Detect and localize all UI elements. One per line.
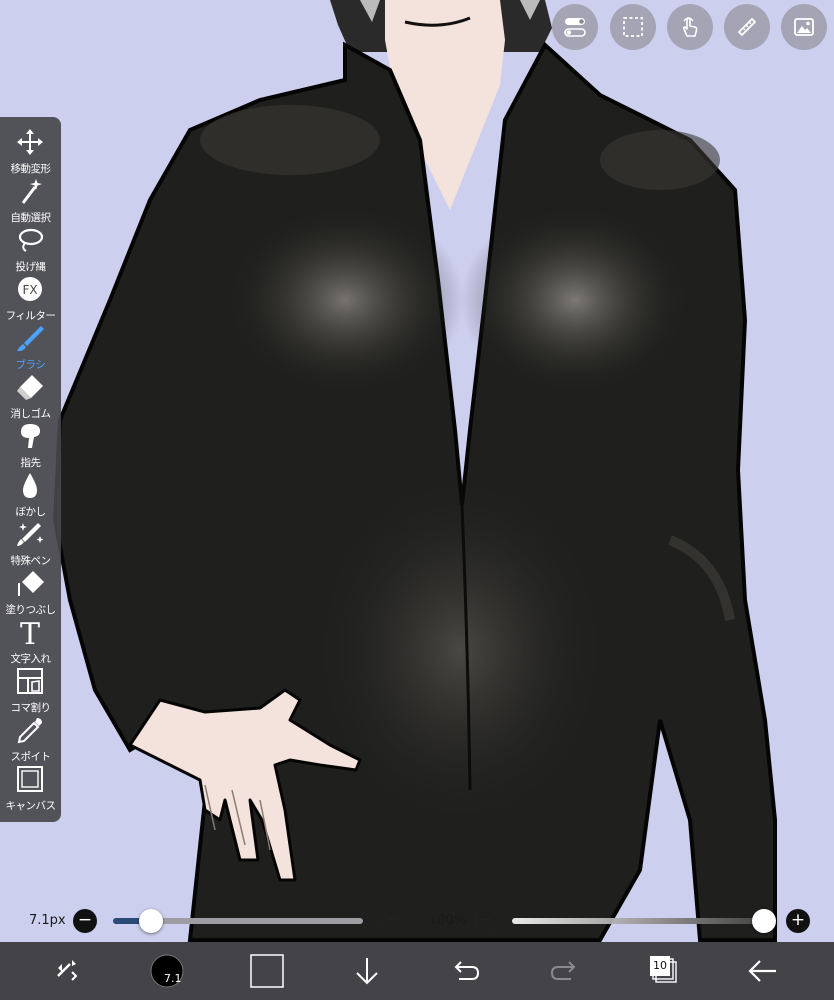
drawing-canvas[interactable] [0, 0, 834, 1000]
plus-icon: + [790, 910, 806, 930]
brush-size-slider-knob[interactable] [138, 909, 163, 933]
secondary-color-button[interactable] [250, 954, 284, 988]
redo-icon [550, 961, 576, 980]
minus-icon: − [77, 910, 93, 930]
transform-arrows-icon [57, 960, 78, 981]
tool-palette: 移動変形 自動選択 投げ縄 FX フィルター ブラシ 消しゴム 指先 ぼかし 特… [0, 117, 61, 822]
toggle-icon [564, 18, 586, 37]
tool-canvas[interactable]: キャンバス [0, 761, 61, 812]
bucket-icon [18, 571, 44, 596]
hand-touch-icon [682, 17, 698, 37]
brush-size-plus-button[interactable]: + [380, 909, 404, 933]
shoulder-highlight-right [600, 130, 720, 190]
opacity-slider-knob[interactable] [752, 909, 776, 933]
toggle-button[interactable] [552, 4, 598, 50]
tool-label: キャンバス [5, 800, 57, 812]
chest-highlight-left [225, 205, 465, 395]
download-icon [356, 958, 378, 985]
color-button[interactable]: 7.1 [150, 954, 184, 988]
tool-smudge[interactable]: 指先 [0, 418, 61, 469]
fx-icon: FX [18, 277, 42, 301]
text-icon: T [20, 618, 40, 646]
tool-auto-select[interactable]: 自動選択 [0, 173, 61, 224]
bottom-toolbar: 7.1 10 [0, 942, 834, 1000]
text-glyph: T [20, 618, 40, 646]
opacity-plus-button[interactable]: + [786, 909, 810, 933]
back-arrow-icon [748, 960, 776, 982]
tool-eraser[interactable]: 消しゴム [0, 369, 61, 420]
move-icon [17, 129, 43, 155]
chest-highlight-right [460, 205, 690, 395]
tool-filter[interactable]: FX フィルター [0, 271, 61, 322]
slider-row: 7.1px − + 100% − + [0, 903, 834, 939]
ruler-button[interactable] [724, 4, 770, 50]
download-button[interactable] [350, 954, 384, 988]
brush-size-minus-button[interactable]: − [73, 909, 97, 933]
shoulder-highlight [200, 105, 380, 175]
undo-icon [454, 961, 480, 980]
tool-move-transform[interactable]: 移動変形 [0, 124, 61, 175]
back-button[interactable] [746, 954, 780, 988]
eyedropper-icon [17, 718, 42, 744]
magic-wand-icon [21, 179, 42, 204]
layers-button[interactable]: 10 [648, 954, 682, 988]
frame-divider-icon [17, 668, 43, 694]
brush-size-value: 7.1px [29, 913, 66, 928]
tool-brush[interactable]: ブラシ [0, 320, 61, 371]
tool-frame-divider[interactable]: コマ割り [0, 663, 61, 714]
plus-icon: + [384, 910, 400, 930]
tool-text[interactable]: T 文字入れ [0, 614, 61, 665]
abs-shading [310, 470, 610, 830]
layer-count: 10 [653, 959, 667, 972]
selection-icon [623, 17, 643, 37]
tool-eyedropper[interactable]: スポイト [0, 712, 61, 763]
brush-size-badge: 7.1 [164, 972, 182, 985]
opacity-value: 100% [429, 913, 467, 928]
redo-button[interactable] [548, 954, 582, 988]
selection-button[interactable] [610, 4, 656, 50]
special-pen-icon [17, 523, 44, 546]
blur-drop-icon [23, 473, 37, 498]
transform-button[interactable] [50, 954, 84, 988]
ruler-icon [738, 18, 756, 36]
tool-special-pen[interactable]: 特殊ペン [0, 516, 61, 567]
canvas-icon [17, 766, 43, 792]
secondary-color-icon [250, 954, 284, 988]
undo-button[interactable] [448, 954, 482, 988]
opacity-track[interactable] [512, 918, 764, 924]
lasso-icon [18, 228, 44, 252]
opacity-minus-button[interactable]: − [474, 909, 498, 933]
fx-text: FX [22, 283, 37, 297]
tool-fill[interactable]: 塗りつぶし [0, 565, 61, 616]
smudge-icon [21, 424, 40, 448]
tool-lasso[interactable]: 投げ縄 [0, 222, 61, 273]
minus-icon: − [478, 910, 494, 930]
gallery-icon [794, 18, 814, 36]
brush-icon [17, 326, 44, 352]
gallery-button[interactable] [781, 4, 827, 50]
touch-button[interactable] [667, 4, 713, 50]
tool-blur[interactable]: ぼかし [0, 467, 61, 518]
eraser-icon [17, 375, 43, 400]
